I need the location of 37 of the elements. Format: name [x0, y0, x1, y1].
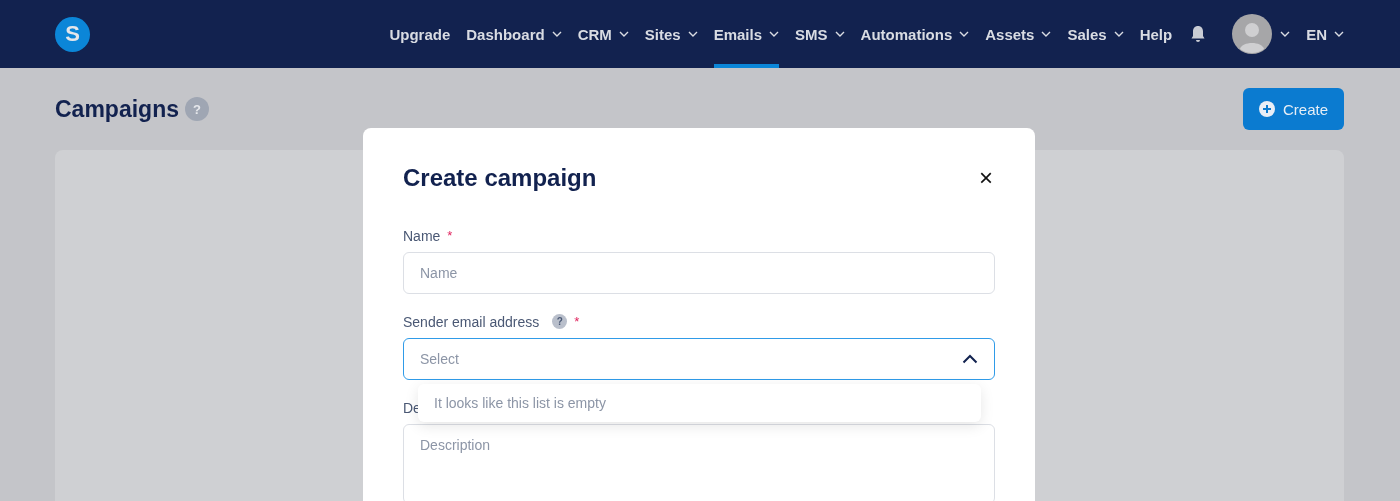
- nav-item[interactable]: Emails: [713, 0, 780, 68]
- chevron-down-icon: [1113, 31, 1124, 37]
- nav-item[interactable]: Sales: [1067, 0, 1124, 68]
- help-icon[interactable]: ?: [552, 314, 568, 329]
- language-selector[interactable]: EN: [1306, 0, 1344, 68]
- chevron-down-icon: [1041, 31, 1052, 37]
- caret-icon: [962, 354, 978, 364]
- bell-icon[interactable]: [1190, 25, 1207, 43]
- chevron-down-icon: [551, 31, 562, 37]
- chevron-down-icon[interactable]: [1280, 31, 1291, 37]
- field-label: Name: [403, 228, 441, 244]
- chevron-down-icon: [769, 31, 780, 37]
- nav-item[interactable]: Automations: [860, 0, 970, 68]
- nav-item[interactable]: Sites: [644, 0, 698, 68]
- nav-item[interactable]: Dashboard: [466, 0, 562, 68]
- dialog-title: Create campaign: [403, 164, 597, 192]
- description-input-field[interactable]: Description: [403, 424, 995, 501]
- required-marker: *: [574, 314, 580, 329]
- chevron-down-icon: [834, 31, 845, 37]
- field-label: Sender email address: [403, 314, 540, 330]
- chevron-down-icon: [687, 31, 698, 37]
- plus-circle-icon: [1258, 101, 1275, 117]
- close-button[interactable]: ×: [977, 166, 995, 190]
- chevron-down-icon: [618, 31, 629, 37]
- avatar-icon[interactable]: [1232, 14, 1273, 54]
- nav-item[interactable]: Upgrade: [389, 0, 451, 68]
- name-input-field[interactable]: Name: [403, 252, 995, 294]
- empty-list-message: It looks like this list is empty: [434, 395, 606, 411]
- nav-item[interactable]: SMS: [795, 0, 845, 68]
- chevron-down-icon: [959, 31, 970, 37]
- create-button[interactable]: Create: [1242, 88, 1344, 130]
- nav-item[interactable]: Help: [1139, 0, 1173, 68]
- nav-item[interactable]: Assets: [985, 0, 1052, 68]
- nav-item[interactable]: CRM: [577, 0, 629, 68]
- page-title: Campaigns: [55, 95, 179, 123]
- required-marker: *: [447, 228, 453, 243]
- chevron-down-icon: [1334, 31, 1344, 37]
